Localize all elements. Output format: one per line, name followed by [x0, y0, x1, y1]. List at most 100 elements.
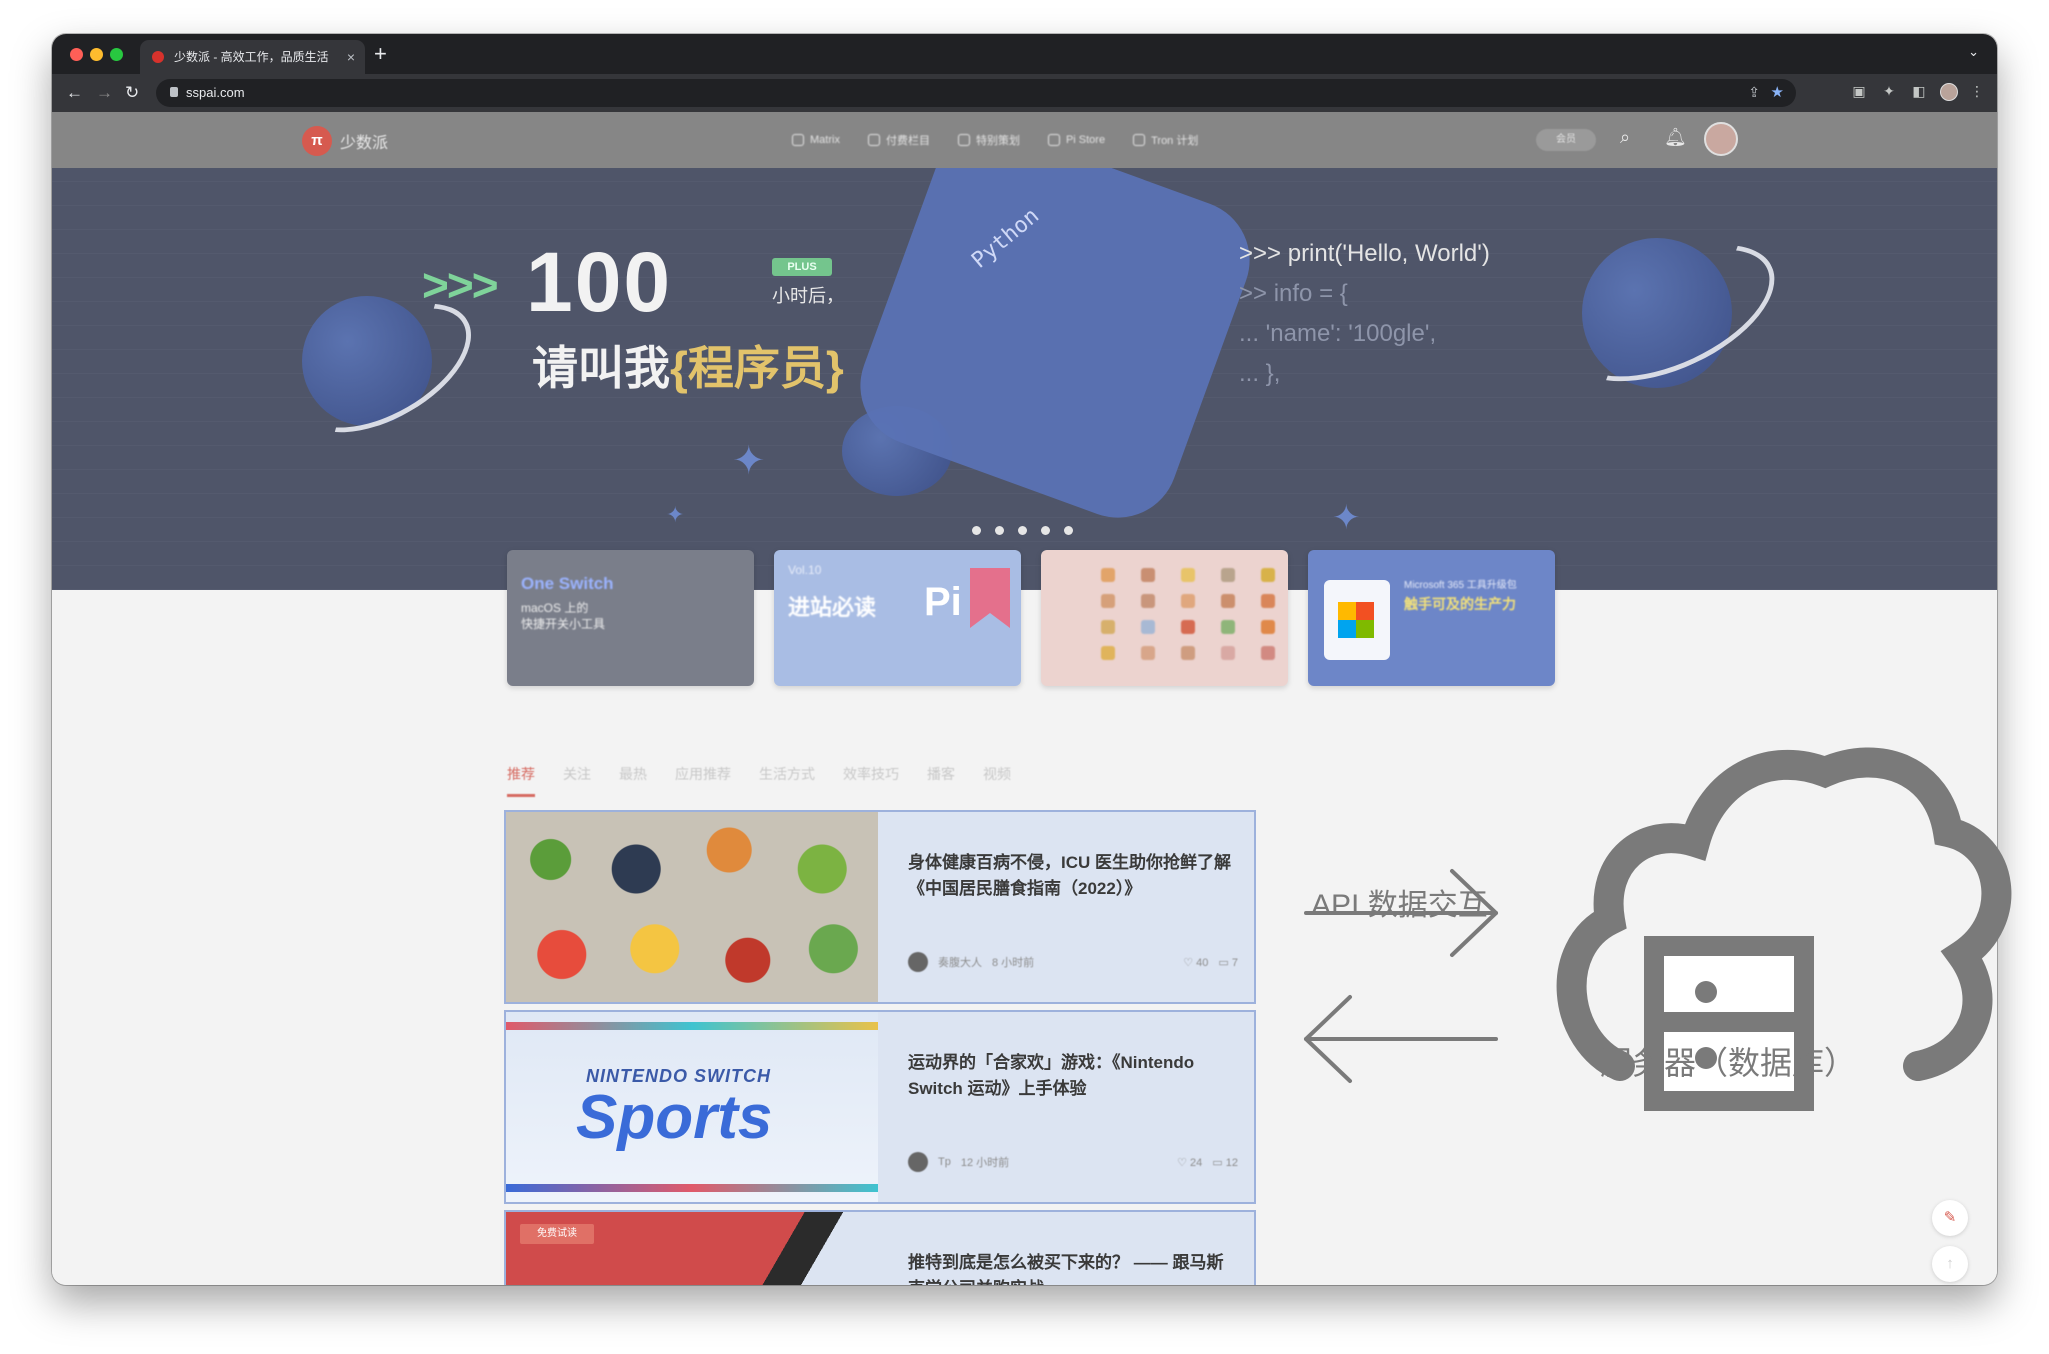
feature-card[interactable]	[1041, 550, 1288, 686]
article-title[interactable]: 身体健康百病不侵，ICU 医生助你抢鲜了解《中国居民膳食指南（2022）》	[908, 850, 1238, 902]
free-trial-badge: 免费试读	[520, 1224, 594, 1244]
sparkle-icon: ✦	[732, 439, 766, 483]
nav-item-pi-store[interactable]: Pi Store	[1047, 132, 1105, 148]
carousel-dot[interactable]	[1041, 526, 1050, 535]
nav-item-specials[interactable]: 特别策划	[957, 132, 1020, 148]
article-time: 8 小时前	[992, 957, 1035, 969]
profile-avatar[interactable]	[1940, 83, 1958, 101]
carousel-dot[interactable]	[1064, 526, 1073, 535]
extension-icon[interactable]: ▣	[1850, 82, 1868, 100]
site-logo[interactable]: π	[302, 126, 332, 156]
author-avatar[interactable]	[908, 1152, 928, 1172]
article-title[interactable]: 运动界的「合家欢」游戏：《Nintendo Switch 运动》上手体验	[908, 1050, 1238, 1102]
hero-prompt: >>>	[422, 259, 499, 311]
plus-badge: PLUS	[772, 258, 832, 276]
hero-headline: 请叫我{程序员}	[532, 342, 844, 394]
article-meta: 奏腹大人 8 小时前 ♡ 40 ▭ 7	[908, 952, 1238, 972]
bell-icon[interactable]: 🔔︎	[1664, 127, 1687, 148]
nav-item-matrix[interactable]: Matrix	[792, 132, 840, 148]
browser-tab[interactable]: 少数派 - 高效工作，品质生活 ×	[140, 40, 365, 74]
code-line: ... },	[1239, 360, 1281, 387]
article-thumbnail[interactable]: NINTENDO SWITCH Sports	[506, 1012, 878, 1202]
code-line: >>> print('Hello, World')	[1239, 240, 1490, 267]
nav-item-tron[interactable]: Tron 计划	[1133, 132, 1198, 148]
minimize-window-button[interactable]	[90, 48, 103, 61]
close-window-button[interactable]	[70, 48, 83, 61]
bookmark-icon	[970, 568, 1010, 628]
hero-hours: 小时后，	[772, 286, 844, 306]
member-button[interactable]: 会员	[1536, 129, 1596, 151]
pencil-icon[interactable]: ✎	[1932, 1200, 1968, 1236]
tab-app-recommend[interactable]: 应用推荐	[675, 764, 731, 797]
carousel-dot[interactable]	[1018, 526, 1027, 535]
lock-icon[interactable]	[170, 87, 178, 97]
icon-grid	[1101, 568, 1279, 660]
search-icon[interactable]: ⌕	[1620, 127, 1630, 148]
tron-icon	[1133, 134, 1146, 146]
puzzle-extensions-icon[interactable]: ✦	[1880, 82, 1898, 100]
code-line: ... 'name': '100gle',	[1239, 320, 1437, 347]
site-name[interactable]: 少数派	[340, 129, 388, 153]
forward-button[interactable]: →	[96, 80, 113, 106]
store-icon	[1047, 134, 1060, 146]
tab-lifestyle[interactable]: 生活方式	[759, 764, 815, 797]
tab-following[interactable]: 关注	[563, 764, 591, 797]
bookmark-star-icon[interactable]: ★	[1771, 83, 1784, 101]
article-title[interactable]: 推特到底是怎么被买下来的？ —— 跟马斯克学公司并购实战	[908, 1250, 1238, 1285]
article-card[interactable]: 免费试读 推特到底是怎么被买下来的？ —— 跟马斯克学公司并购实战	[504, 1210, 1256, 1285]
server-database-label: 服务器（数据库）	[1600, 1045, 1857, 1081]
article-time: 12 小时前	[960, 1157, 1010, 1169]
site-nav: Matrix 付费栏目 特别策划 Pi Store Tron 计划	[792, 132, 1198, 148]
reload-button[interactable]: ↻	[125, 80, 139, 106]
tab-hottest[interactable]: 最热	[619, 764, 647, 797]
nav-item-paid-columns[interactable]: 付费栏目	[867, 132, 930, 148]
category-tabs: 推荐 关注 最热 应用推荐 生活方式 效率技巧 播客 视频	[507, 764, 1011, 797]
maximize-window-button[interactable]	[110, 48, 123, 61]
matrix-icon	[792, 134, 804, 146]
new-tab-button[interactable]: +	[374, 39, 387, 69]
tab-bar: 少数派 - 高效工作，品质生活 × + ⌄	[52, 34, 1997, 74]
hero-number: 100	[526, 235, 673, 329]
share-icon[interactable]: ⇪	[1748, 84, 1760, 101]
article-thumbnail[interactable]: 免费试读	[506, 1212, 878, 1285]
feature-card[interactable]: Vol.10 进站必读 Pi	[774, 550, 1021, 686]
tab-efficiency[interactable]: 效率技巧	[843, 764, 899, 797]
menu-kebab-icon[interactable]: ⋮	[1968, 82, 1986, 100]
tab-recommended[interactable]: 推荐	[507, 764, 535, 797]
api-exchange-label: API 数据交互	[1311, 889, 1488, 922]
carousel-dots	[972, 526, 1073, 535]
tab-search-button[interactable]: ⌄	[1968, 44, 1979, 60]
hero-banner[interactable]: ✦ ✦ ✦ Python >>> 100 PLUS 小时后， 请叫我{程序员} …	[52, 168, 1997, 590]
article-card[interactable]: NINTENDO SWITCH Sports 运动界的「合家欢」游戏：《Nint…	[504, 1010, 1256, 1204]
sparkle-icon: ✦	[1332, 499, 1361, 537]
side-panel-icon[interactable]: ◧	[1910, 82, 1928, 100]
feature-card[interactable]: One Switch macOS 上的 快捷开关小工具	[507, 550, 754, 686]
author-name[interactable]: 奏腹大人	[938, 954, 982, 970]
feature-card[interactable]: Microsoft 365 工具升级包 触手可及的生产力	[1308, 550, 1555, 686]
article-thumbnail[interactable]	[506, 812, 878, 1002]
article-card[interactable]: 身体健康百病不侵，ICU 医生助你抢鲜了解《中国居民膳食指南（2022）》 奏腹…	[504, 810, 1256, 1004]
carousel-dot[interactable]	[972, 526, 981, 535]
arrow-up-icon[interactable]: ↑	[1932, 1246, 1968, 1282]
carousel-dot[interactable]	[995, 526, 1004, 535]
tab-video[interactable]: 视频	[983, 764, 1011, 797]
back-button[interactable]: ←	[66, 80, 83, 106]
columns-icon	[867, 134, 880, 146]
feature-cards: One Switch macOS 上的 快捷开关小工具 Vol.10 进站必读 …	[507, 550, 1555, 686]
pi-logo: Pi	[924, 580, 962, 624]
browser-toolbar: ← → ↻ sspai.com ⇪ ★ ▣ ✦ ◧ ⋮	[52, 74, 1997, 112]
star-icon	[957, 134, 970, 146]
browser-window: 少数派 - 高效工作，品质生活 × + ⌄ ← → ↻ sspai.com ⇪ …	[52, 34, 1997, 1285]
microsoft-logo-icon	[1338, 602, 1374, 638]
user-avatar[interactable]	[1704, 122, 1738, 156]
comment-icon: ▭ 12	[1212, 1156, 1238, 1169]
tab-close-icon[interactable]: ×	[347, 40, 355, 74]
url-text: sspai.com	[186, 85, 245, 100]
author-avatar[interactable]	[908, 952, 928, 972]
tab-podcast[interactable]: 播客	[927, 764, 955, 797]
like-icon: ♡ 40	[1183, 956, 1209, 969]
comment-icon: ▭ 7	[1218, 956, 1238, 969]
address-bar[interactable]: sspai.com ⇪ ★	[156, 79, 1796, 107]
page-content: π 少数派 Matrix 付费栏目 特别策划 Pi Store Tron 计划 …	[52, 112, 1997, 1285]
author-name[interactable]: Tp	[938, 1156, 951, 1168]
